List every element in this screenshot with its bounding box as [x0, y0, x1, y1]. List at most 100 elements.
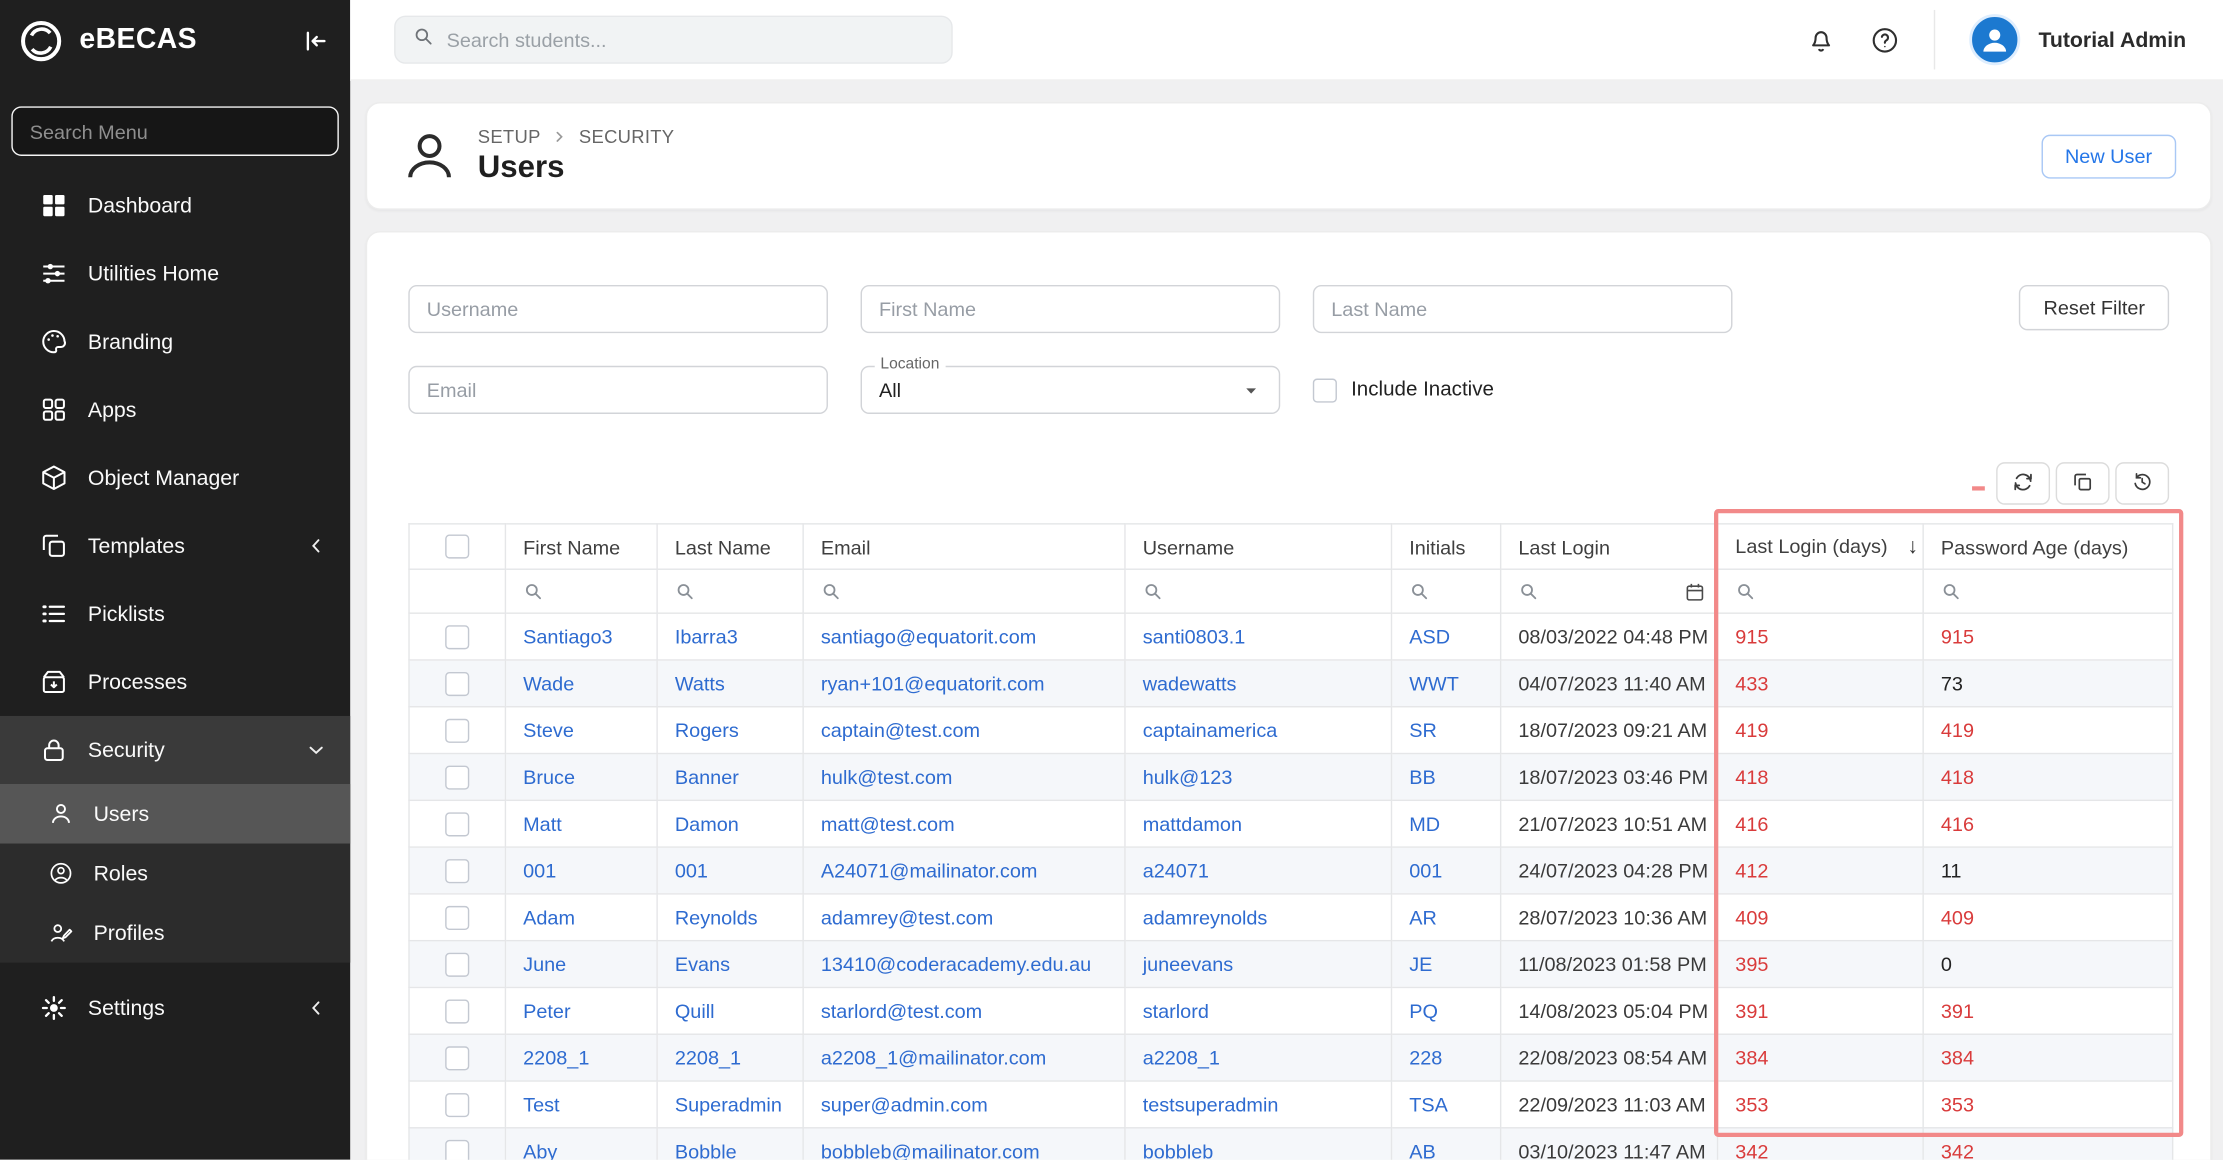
- sidebar-item-object-manager[interactable]: Object Manager: [0, 444, 350, 512]
- cell-last-name[interactable]: Rogers: [657, 707, 803, 754]
- cell-initials[interactable]: 001: [1392, 847, 1501, 894]
- sidebar-search-input[interactable]: [11, 106, 338, 156]
- cell-last-name[interactable]: Reynolds: [657, 894, 803, 941]
- cell-email[interactable]: adamrey@test.com: [803, 894, 1125, 941]
- sidebar-item-roles[interactable]: Roles: [0, 844, 350, 904]
- cell-first-name[interactable]: Wade: [505, 660, 657, 707]
- email-filter-input[interactable]: [408, 366, 828, 414]
- cell-first-name[interactable]: 2208_1: [505, 1034, 657, 1081]
- cell-email[interactable]: a2208_1@mailinator.com: [803, 1034, 1125, 1081]
- students-search-input[interactable]: [447, 28, 935, 51]
- row-checkbox[interactable]: [445, 999, 469, 1023]
- cell-username[interactable]: a2208_1: [1125, 1034, 1392, 1081]
- cell-email[interactable]: matt@test.com: [803, 800, 1125, 847]
- row-checkbox[interactable]: [445, 765, 469, 789]
- cell-first-name[interactable]: Santiago3: [505, 613, 657, 660]
- restore-history-button[interactable]: [2115, 462, 2169, 505]
- cell-email[interactable]: 13410@coderacademy.edu.au: [803, 941, 1125, 988]
- breadcrumb-setup[interactable]: SETUP: [478, 126, 541, 147]
- cell-last-name[interactable]: Superadmin: [657, 1081, 803, 1128]
- sidebar-item-settings[interactable]: Settings: [0, 974, 350, 1042]
- cell-last-name[interactable]: 2208_1: [657, 1034, 803, 1081]
- sidebar-item-security[interactable]: Security: [0, 716, 350, 784]
- filter-cell-password-age[interactable]: [1923, 569, 2173, 613]
- column-header-password-age[interactable]: Password Age (days): [1923, 524, 2173, 569]
- filter-cell-first-name[interactable]: [505, 569, 657, 613]
- refresh-button[interactable]: [1996, 462, 2050, 505]
- cell-username[interactable]: adamreynolds: [1125, 894, 1392, 941]
- filter-cell-last-login-days[interactable]: [1718, 569, 1924, 613]
- username-filter-input[interactable]: [408, 285, 828, 333]
- cell-username[interactable]: bobbleb: [1125, 1128, 1392, 1160]
- cell-email[interactable]: hulk@test.com: [803, 754, 1125, 801]
- cell-last-name[interactable]: Damon: [657, 800, 803, 847]
- row-checkbox[interactable]: [445, 858, 469, 882]
- cell-email[interactable]: A24071@mailinator.com: [803, 847, 1125, 894]
- filter-cell-email[interactable]: [803, 569, 1125, 613]
- row-checkbox[interactable]: [445, 718, 469, 742]
- cell-initials[interactable]: 228: [1392, 1034, 1501, 1081]
- row-checkbox[interactable]: [445, 812, 469, 836]
- cell-initials[interactable]: TSA: [1392, 1081, 1501, 1128]
- cell-first-name[interactable]: Test: [505, 1081, 657, 1128]
- sidebar-item-templates[interactable]: Templates: [0, 512, 350, 580]
- cell-initials[interactable]: SR: [1392, 707, 1501, 754]
- cell-last-name[interactable]: Evans: [657, 941, 803, 988]
- cell-email[interactable]: super@admin.com: [803, 1081, 1125, 1128]
- cell-initials[interactable]: WWT: [1392, 660, 1501, 707]
- user-menu[interactable]: Tutorial Admin: [1969, 14, 2186, 65]
- row-checkbox[interactable]: [445, 625, 469, 649]
- row-checkbox[interactable]: [445, 1092, 469, 1116]
- cell-initials[interactable]: MD: [1392, 800, 1501, 847]
- cell-username[interactable]: juneevans: [1125, 941, 1392, 988]
- filter-cell-last-login[interactable]: [1501, 569, 1718, 613]
- cell-last-name[interactable]: Bobble: [657, 1128, 803, 1160]
- include-inactive-checkbox[interactable]: [1313, 378, 1337, 402]
- calendar-icon[interactable]: [1684, 581, 1711, 602]
- cell-username[interactable]: testsuperadmin: [1125, 1081, 1392, 1128]
- sidebar-item-picklists[interactable]: Picklists: [0, 580, 350, 648]
- cell-email[interactable]: bobbleb@mailinator.com: [803, 1128, 1125, 1160]
- include-inactive-group[interactable]: Include Inactive: [1313, 366, 1494, 414]
- cell-last-name[interactable]: Quill: [657, 987, 803, 1034]
- column-header-initials[interactable]: Initials: [1392, 524, 1501, 569]
- students-search[interactable]: [394, 16, 953, 64]
- cell-first-name[interactable]: Steve: [505, 707, 657, 754]
- help-icon[interactable]: [1870, 25, 1900, 55]
- sidebar-item-branding[interactable]: Branding: [0, 308, 350, 376]
- cell-first-name[interactable]: Peter: [505, 987, 657, 1034]
- cell-first-name[interactable]: 001: [505, 847, 657, 894]
- sidebar-collapse-icon[interactable]: [302, 26, 330, 54]
- cell-first-name[interactable]: Matt: [505, 800, 657, 847]
- column-header-last-login[interactable]: Last Login: [1501, 524, 1718, 569]
- cell-email[interactable]: starlord@test.com: [803, 987, 1125, 1034]
- cell-username[interactable]: mattdamon: [1125, 800, 1392, 847]
- cell-initials[interactable]: PQ: [1392, 987, 1501, 1034]
- copy-grid-button[interactable]: [2056, 462, 2110, 505]
- row-checkbox[interactable]: [445, 952, 469, 976]
- cell-last-name[interactable]: Ibarra3: [657, 613, 803, 660]
- sidebar-item-utilities-home[interactable]: Utilities Home: [0, 240, 350, 308]
- cell-initials[interactable]: AB: [1392, 1128, 1501, 1160]
- cell-email[interactable]: santiago@equatorit.com: [803, 613, 1125, 660]
- column-header-username[interactable]: Username: [1125, 524, 1392, 569]
- filter-cell-last-name[interactable]: [657, 569, 803, 613]
- cell-first-name[interactable]: Bruce: [505, 754, 657, 801]
- row-checkbox[interactable]: [445, 671, 469, 695]
- cell-email[interactable]: ryan+101@equatorit.com: [803, 660, 1125, 707]
- cell-username[interactable]: starlord: [1125, 987, 1392, 1034]
- column-header-email[interactable]: Email: [803, 524, 1125, 569]
- cell-initials[interactable]: AR: [1392, 894, 1501, 941]
- cell-last-name[interactable]: Watts: [657, 660, 803, 707]
- cell-username[interactable]: wadewatts: [1125, 660, 1392, 707]
- cell-last-name[interactable]: Banner: [657, 754, 803, 801]
- new-user-button[interactable]: New User: [2041, 134, 2176, 178]
- cell-first-name[interactable]: Aby: [505, 1128, 657, 1160]
- notifications-bell-icon[interactable]: [1806, 25, 1836, 55]
- sidebar-item-dashboard[interactable]: Dashboard: [0, 172, 350, 240]
- cell-username[interactable]: santi0803.1: [1125, 613, 1392, 660]
- breadcrumb-security[interactable]: SECURITY: [579, 126, 674, 147]
- reset-filter-button[interactable]: Reset Filter: [2019, 285, 2169, 330]
- row-checkbox[interactable]: [445, 905, 469, 929]
- sidebar-item-users[interactable]: Users: [0, 784, 350, 844]
